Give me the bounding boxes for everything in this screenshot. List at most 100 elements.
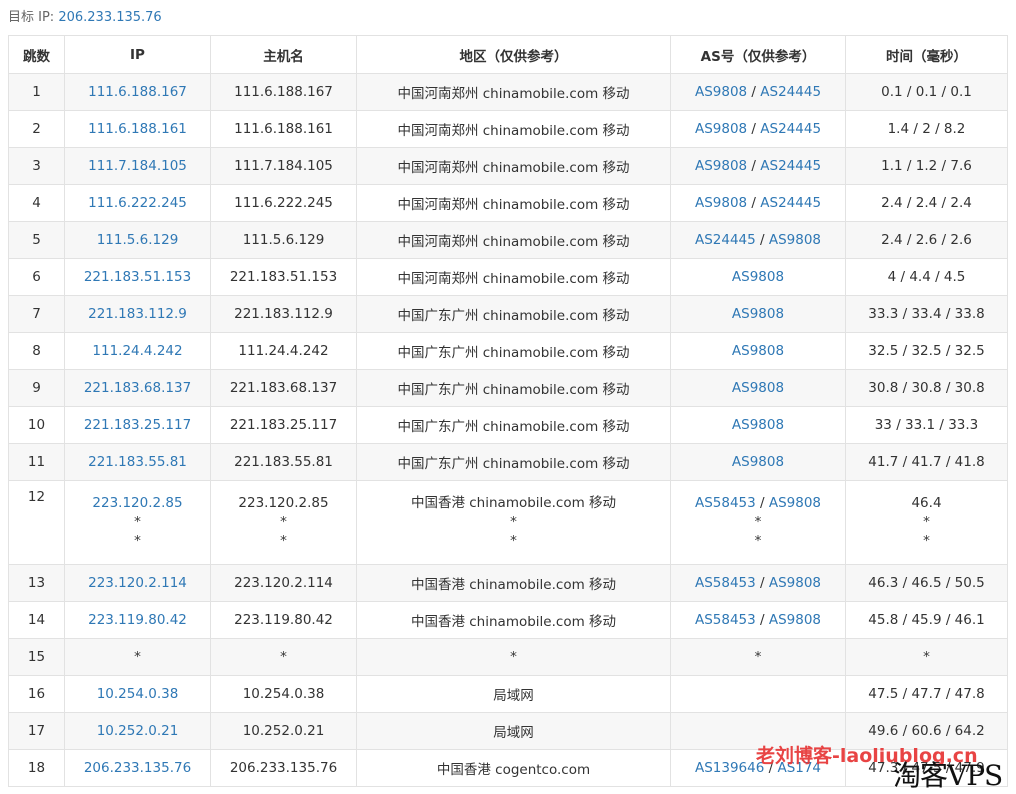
as-link[interactable]: AS24445 [760,158,821,174]
as-line: AS9808 [672,454,845,470]
as-link[interactable]: AS9808 [732,380,784,396]
time-text: 1.4 / 2 / 8.2 [887,121,966,137]
time-cell: 1.4 / 2 / 8.2 [845,110,1008,148]
region-cell: 中国河南郑州 chinamobile.com 移动 [356,221,671,259]
hostname-cell: 111.5.6.129 [210,221,357,259]
hostname-cell: 206.233.135.76 [210,749,357,787]
ip-link[interactable]: 223.120.2.114 [66,575,210,591]
col-header-hop: 跳数 [8,35,65,74]
as-link[interactable]: AS9808 [695,158,747,174]
ip-link[interactable]: 111.5.6.129 [66,232,210,248]
ip-link[interactable]: 10.254.0.38 [66,686,210,702]
hostname-text: 111.6.188.167 [234,84,333,100]
ip-link[interactable]: 221.183.55.81 [66,454,210,470]
as-link[interactable]: AS58453 [695,495,756,511]
as-separator: / [747,84,761,100]
hop-number: 11 [27,454,46,470]
as-cell: AS9808 [670,406,846,444]
ip-cell: 111.6.188.161 [64,110,211,148]
ip-link: * [134,514,141,530]
table-row: 15 * * * * * [8,638,1008,676]
hostname-text: 223.119.80.42 [234,612,333,628]
ip-link[interactable]: 111.6.188.167 [66,84,210,100]
hostname-text: 10.252.0.21 [242,723,325,739]
ip-link[interactable]: 111.24.4.242 [66,343,210,359]
hostname-text: 221.183.68.137 [229,380,338,396]
as-link[interactable]: AS9808 [732,417,784,433]
as-link[interactable]: AS58453 [695,575,756,591]
ip-link[interactable]: 10.252.0.21 [66,723,210,739]
time-cell: 1.1 / 1.2 / 7.6 [845,147,1008,185]
hostname-text: 221.183.55.81 [234,454,333,470]
table-row: 7 221.183.112.9 221.183.112.9 中国广东广州 chinam… [8,295,1008,333]
hop-cell: 18 [8,749,65,787]
ip-link[interactable]: 206.233.135.76 [66,760,210,776]
as-link[interactable]: AS9808 [732,269,784,285]
time-cell: 2.4 / 2.6 / 2.6 [845,221,1008,259]
as-line: AS24445 / AS9808 [672,232,845,248]
time-text: * [923,514,930,530]
ip-link[interactable]: 221.183.68.137 [66,380,210,396]
hop-number: 10 [27,417,46,433]
col-header-region: 地区（仅供参考） [356,35,671,74]
hop-cell: 6 [8,258,65,296]
as-link[interactable]: AS9808 [732,454,784,470]
watermark-taoke-vps: 淘客VPS [893,759,1003,792]
ip-link[interactable]: 111.6.188.161 [66,121,210,137]
as-link[interactable]: AS24445 [760,84,821,100]
region-cell: 中国广东广州 chinamobile.com 移动 [356,295,671,333]
as-link[interactable]: AS9808 [695,84,747,100]
hop-cell: 13 [8,564,65,602]
as-link[interactable]: AS9808 [732,306,784,322]
ip-link[interactable]: 111.7.184.105 [66,158,210,174]
ip-link[interactable]: 221.183.51.153 [66,269,210,285]
time-text: 32.5 / 32.5 / 32.5 [868,343,985,359]
as-link[interactable]: AS24445 [760,121,821,137]
ip-link[interactable]: 221.183.25.117 [66,417,210,433]
hop-number: 1 [32,84,41,100]
time-cell: 33.3 / 33.4 / 33.8 [845,295,1008,333]
as-cell: AS24445 / AS9808 [670,221,846,259]
table-row: 5 111.5.6.129 111.5.6.129 中国河南郑州 chinamobil… [8,221,1008,259]
as-cell: * [670,638,846,676]
region-cell: 中国河南郑州 chinamobile.com 移动 [356,147,671,185]
ip-cell: 206.233.135.76 [64,749,211,787]
as-link[interactable]: AS9808 [769,232,821,248]
ip-link[interactable]: 223.120.2.85 [66,494,210,513]
as-link[interactable]: AS9808 [695,121,747,137]
as-link[interactable]: AS139646 [695,760,764,776]
region-cell: 中国河南郑州 chinamobile.com 移动 [356,184,671,222]
ip-cell: 111.6.188.167 [64,73,211,111]
col-header-time: 时间（毫秒） [845,35,1008,74]
ip-link[interactable]: 223.119.80.42 [66,612,210,628]
as-link[interactable]: AS58453 [695,612,756,628]
ip-cell: 223.120.2.85 * * [64,480,211,565]
time-text: 2.4 / 2.6 / 2.6 [881,232,972,248]
region-cell: 中国香港 chinamobile.com 移动 * * [356,480,671,565]
ip-link[interactable]: 111.6.222.245 [66,195,210,211]
as-link[interactable]: AS9808 [769,495,821,511]
as-link[interactable]: AS24445 [760,195,821,211]
as-line: AS9808 / AS24445 [672,158,845,174]
region-cell: 中国香港 chinamobile.com 移动 [356,564,671,602]
as-link[interactable]: AS9808 [695,195,747,211]
as-cell: AS9808 [670,295,846,333]
as-cell: AS9808 [670,332,846,370]
as-line: AS9808 / AS24445 [672,195,845,211]
as-cell: AS9808 [670,443,846,481]
hostname-cell: 10.252.0.21 [210,712,357,750]
hostname-cell: 221.183.68.137 [210,369,357,407]
as-link[interactable]: AS9808 [769,575,821,591]
as-link[interactable]: AS24445 [695,232,756,248]
time-text: * [923,533,930,549]
time-cell: 46.3 / 46.5 / 50.5 [845,564,1008,602]
as-line: AS58453 / AS9808 [672,494,845,513]
region-text: 中国广东广州 chinamobile.com 移动 [397,456,630,472]
as-link[interactable]: AS9808 [769,612,821,628]
hop-number: 17 [27,723,46,739]
ip-link[interactable]: 221.183.112.9 [66,306,210,322]
target-ip-value: 206.233.135.76 [58,10,162,25]
hop-cell: 4 [8,184,65,222]
region-cell: 局域网 [356,712,671,750]
as-link[interactable]: AS9808 [732,343,784,359]
